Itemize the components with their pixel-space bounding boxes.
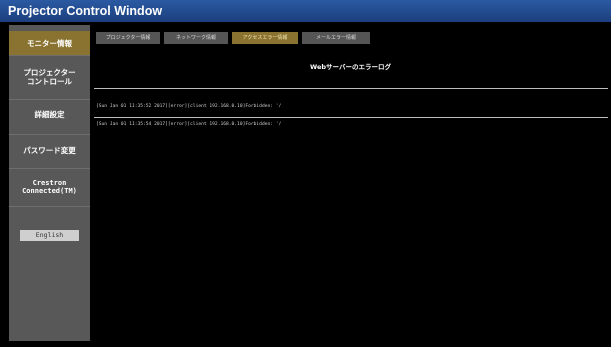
sidebar-divider: [9, 99, 90, 100]
sidebar-item-projector-control[interactable]: プロジェクター コントロール: [9, 65, 90, 89]
window-title: Projector Control Window: [0, 0, 611, 22]
sidebar-item-crestron-connected[interactable]: Crestron Connected(TM): [9, 175, 90, 199]
tab-access-error-info[interactable]: アクセスエラー情報: [232, 32, 298, 44]
tab-projector-info[interactable]: プロジェクター情報: [96, 32, 160, 44]
tab-network-info[interactable]: ネットワーク情報: [164, 32, 228, 44]
sidebar-item-detailed-settings[interactable]: 詳細設定: [9, 103, 90, 125]
sidebar-item-monitor-info[interactable]: モニター情報: [9, 31, 90, 55]
log-bottom-divider: [94, 117, 608, 118]
sidebar-item-change-password[interactable]: パスワード変更: [9, 139, 90, 161]
sidebar: モニター情報 プロジェクター コントロール 詳細設定 パスワード変更 Crest…: [9, 25, 90, 341]
log-line: [Sun Jan 01 11:35:54 2017][error][client…: [96, 122, 282, 127]
page-title: Webサーバーのエラーログ: [310, 63, 391, 71]
tab-mail-error-info[interactable]: メールエラー情報: [302, 32, 370, 44]
tab-bar: プロジェクター情報 ネットワーク情報 アクセスエラー情報 メールエラー情報: [96, 32, 374, 44]
sidebar-divider: [9, 206, 90, 207]
main-content: プロジェクター情報 ネットワーク情報 アクセスエラー情報 メールエラー情報 We…: [90, 25, 611, 341]
sidebar-divider: [9, 55, 90, 56]
language-english-button[interactable]: English: [20, 230, 79, 241]
log-top-divider: [94, 88, 608, 89]
log-line: [Sun Jan 01 11:35:52 2017][error][client…: [96, 104, 282, 109]
sidebar-divider: [9, 168, 90, 169]
error-log: [Sun Jan 01 11:35:52 2017][error][client…: [96, 92, 606, 140]
sidebar-divider: [9, 134, 90, 135]
